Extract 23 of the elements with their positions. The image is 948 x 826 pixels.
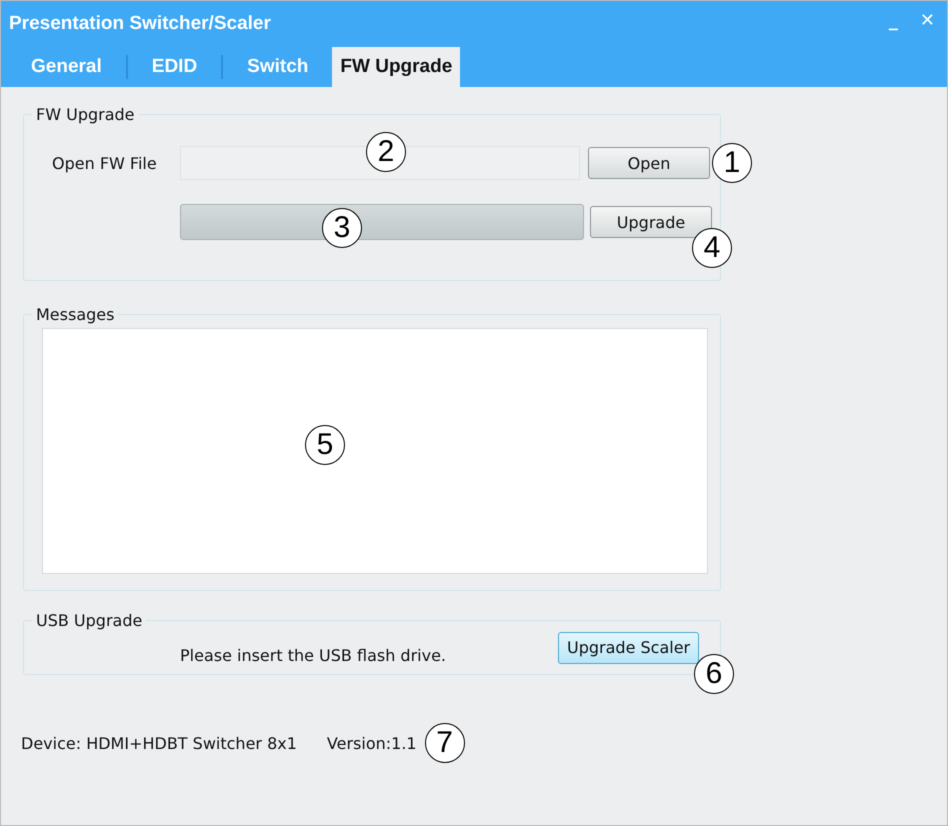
messages-area[interactable]: [42, 328, 708, 574]
upgrade-button[interactable]: Upgrade: [590, 206, 712, 238]
callout-number: 7: [424, 723, 465, 763]
tab[interactable]: General: [7, 47, 126, 87]
group-title: Messages: [35, 305, 116, 324]
window-control-button[interactable]: _: [884, 11, 902, 31]
tab[interactable]: Switch: [223, 47, 332, 87]
callout-number: 1: [712, 143, 752, 183]
tab[interactable]: FW Upgrade: [332, 47, 460, 87]
field-label: Open FW File: [52, 154, 158, 172]
group-title: FW Upgrade: [35, 105, 136, 124]
version-info: Version:1.1: [326, 734, 417, 752]
group-title: USB Upgrade: [35, 611, 144, 630]
device-info: Device: HDMI+HDBT Switcher 8x1: [21, 734, 297, 752]
callout-number: 4: [692, 228, 732, 268]
usb-message: Please insert the USB flash drive.: [180, 646, 448, 665]
window-control-button[interactable]: ✕: [916, 11, 939, 31]
callout-number: 2: [366, 132, 406, 172]
window-title: Presentation Switcher/Scaler: [9, 13, 271, 35]
tab[interactable]: EDID: [128, 47, 222, 87]
upgrade-scaler-button[interactable]: Upgrade Scaler: [558, 632, 700, 664]
open-button[interactable]: Open: [588, 147, 710, 179]
callout-number: 6: [694, 654, 734, 694]
